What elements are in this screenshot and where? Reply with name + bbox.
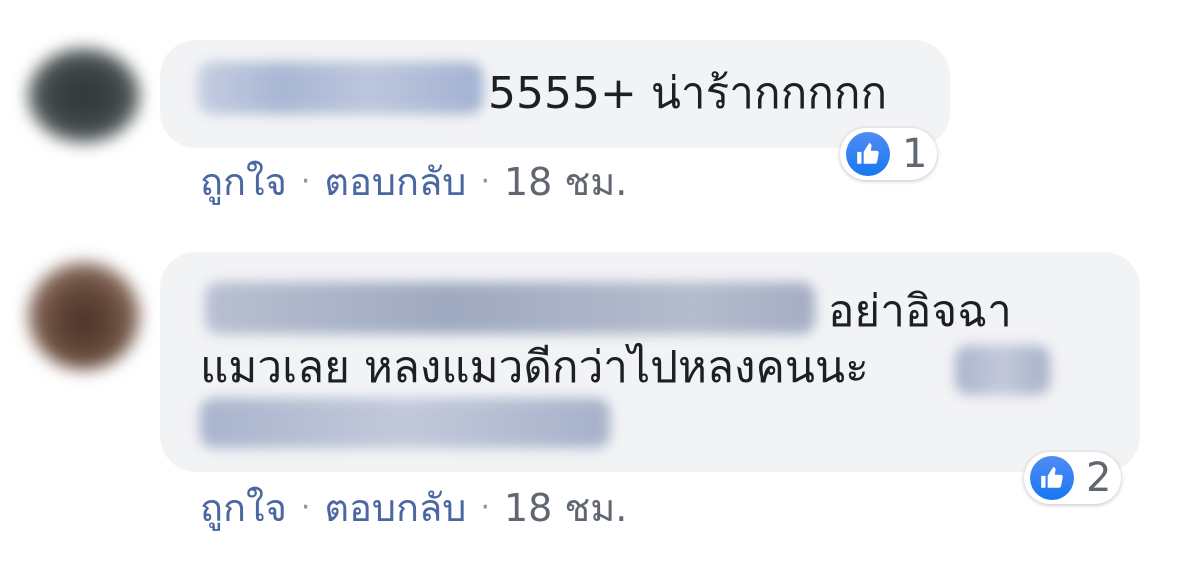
reply-link[interactable]: ตอบกลับ [324,158,466,206]
comment-text-line-1: อย่าอิจฉา [828,286,1012,337]
comment-text-line-2: แมวเลย หลงแมวดีกว่าไปหลงคนนะ [200,342,869,393]
timestamp[interactable]: 18 ชม. [504,158,627,206]
timestamp[interactable]: 18 ชม. [504,484,627,532]
comment-text: 5555+ น่าร้ากกกกก [488,68,888,119]
like-link[interactable]: ถูกใจ [200,484,287,532]
separator: · [300,164,311,199]
separator: · [480,164,490,199]
like-icon [1030,456,1074,500]
like-link[interactable]: ถูกใจ [200,158,287,206]
blurred-mention-continued[interactable] [200,398,610,448]
like-icon [846,132,890,176]
reaction-summary[interactable]: 2 [1024,452,1122,504]
avatar[interactable] [28,262,140,370]
avatar[interactable] [28,48,140,143]
blurred-author-name[interactable] [198,62,483,114]
reaction-summary[interactable]: 1 [840,128,938,180]
separator: · [300,490,311,525]
blurred-author-name[interactable] [205,282,815,334]
blurred-mention[interactable] [955,345,1050,395]
separator: · [480,490,490,525]
reaction-count: 2 [1086,455,1112,501]
reaction-count: 1 [902,131,928,177]
comment-actions: ถูกใจ · ตอบกลับ · 18 ชม. [200,484,627,532]
reply-link[interactable]: ตอบกลับ [324,484,466,532]
comment-actions: ถูกใจ · ตอบกลับ · 18 ชม. [200,158,627,206]
